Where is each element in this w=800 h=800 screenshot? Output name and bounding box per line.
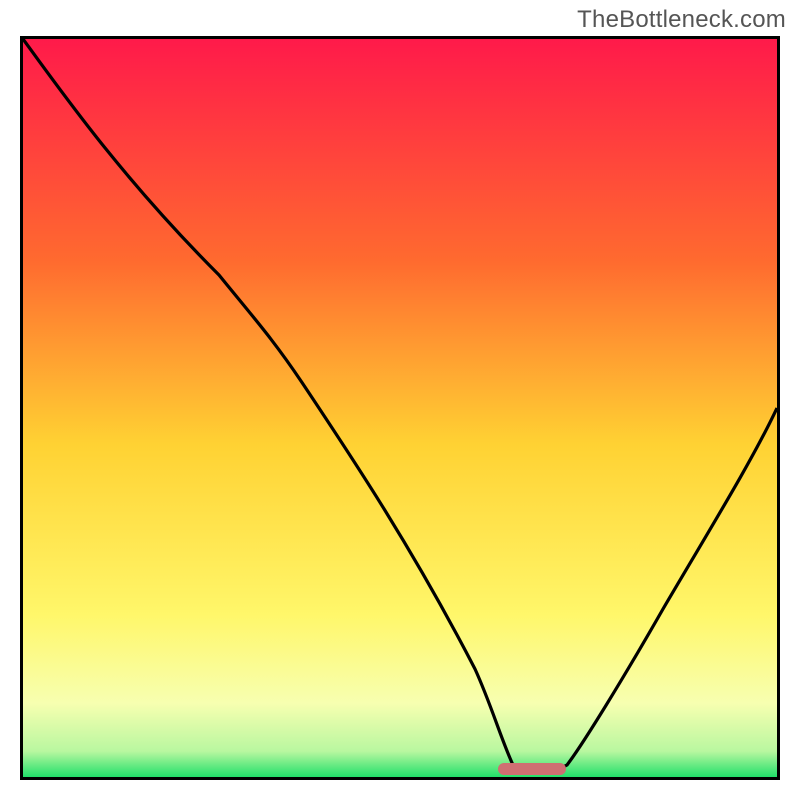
- plot-area: [20, 36, 780, 780]
- chart-container: TheBottleneck.com: [0, 0, 800, 800]
- bottleneck-curve: [23, 39, 777, 777]
- watermark-text: TheBottleneck.com: [577, 6, 786, 34]
- curve-path: [23, 39, 777, 771]
- optimal-range-marker: [498, 763, 566, 775]
